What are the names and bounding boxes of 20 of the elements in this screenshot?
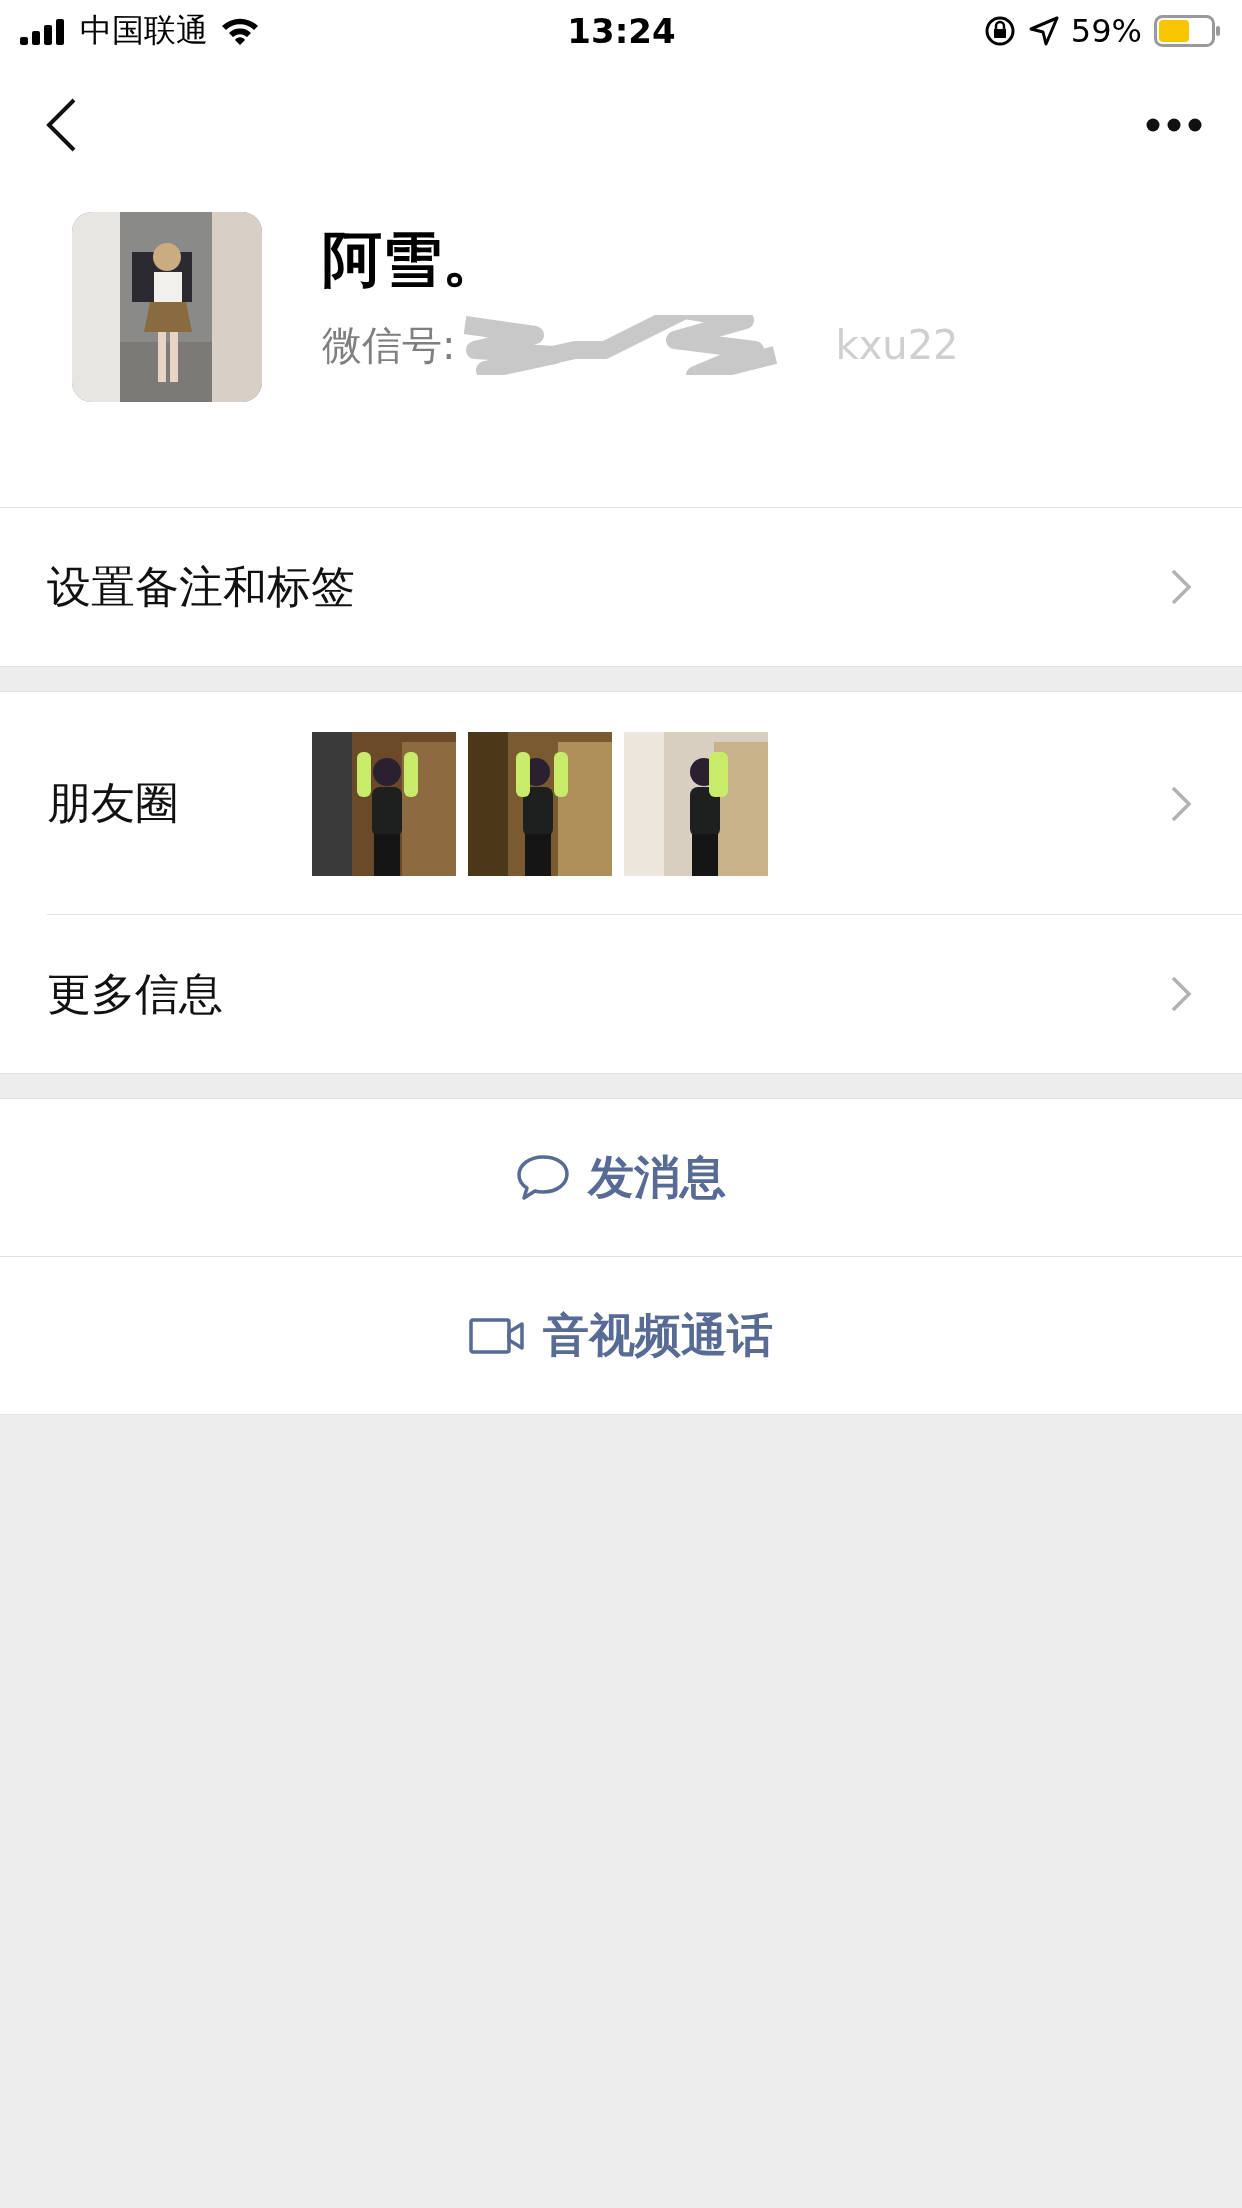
video-call-button[interactable]: 音视频通话 — [0, 1257, 1242, 1415]
profile-name: 阿雪。 — [322, 223, 503, 296]
wifi-icon — [220, 16, 260, 46]
video-camera-icon — [469, 1317, 525, 1354]
send-message-button[interactable]: 发消息 — [0, 1099, 1242, 1257]
chevron-icon — [1170, 568, 1192, 606]
chevron-icon — [1170, 975, 1192, 1013]
wechat-id-label: 微信号: — [322, 320, 456, 370]
list-row[interactable]: 更多信息 — [0, 915, 1242, 1073]
chat-bubble-icon — [516, 1153, 570, 1202]
battery-icon — [1154, 15, 1222, 47]
back-icon[interactable] — [44, 96, 78, 153]
list-row[interactable]: 设置备注和标签 — [0, 508, 1242, 666]
carrier-name: 中国联通 — [80, 10, 208, 51]
moments-row[interactable]: 朋友圈 — [0, 692, 1242, 915]
status-time: 13:24 — [567, 11, 676, 51]
battery-percent: 59% — [1070, 12, 1142, 50]
more-icon[interactable] — [1146, 117, 1202, 132]
location-arrow-icon — [1028, 16, 1059, 46]
chevron-icon — [1170, 784, 1192, 823]
